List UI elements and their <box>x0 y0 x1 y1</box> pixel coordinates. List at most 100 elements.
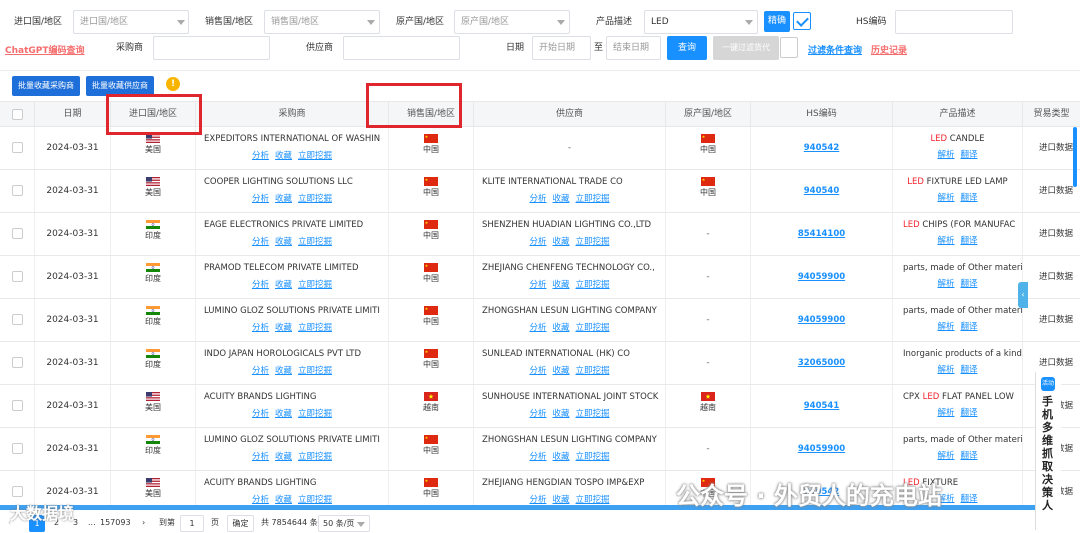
origin-country-select[interactable]: 原产国/地区 <box>454 10 570 34</box>
buyer-name[interactable]: PRAMOD TELECOM PRIVATE LIMITED <box>196 263 388 274</box>
analyze-link[interactable]: 分析 <box>529 237 546 247</box>
row-checkbox[interactable] <box>12 142 23 153</box>
import-country-select[interactable]: 进口国/地区 <box>73 10 189 34</box>
goto-confirm-button[interactable]: 确定 <box>227 515 254 532</box>
exact-match-button[interactable]: 精确 <box>764 11 790 32</box>
analyze-link[interactable]: 分析 <box>529 409 546 419</box>
row-checkbox[interactable] <box>12 486 23 497</box>
collect-link[interactable]: 收藏 <box>552 237 569 247</box>
start-date-input[interactable]: 开始日期 <box>532 36 591 60</box>
row-checkbox[interactable] <box>12 228 23 239</box>
table-row[interactable]: 2024-03-31 印度 INDO JAPAN HOROLOGICALS PVT … <box>0 342 1080 385</box>
collect-link[interactable]: 收藏 <box>552 495 569 505</box>
mine-link[interactable]: 立即挖掘 <box>576 323 610 333</box>
col-hs-code[interactable]: HS编码 <box>751 102 893 127</box>
buyer-input[interactable] <box>153 36 270 60</box>
col-date[interactable]: 日期 <box>35 102 111 127</box>
collect-link[interactable]: 收藏 <box>275 323 292 333</box>
col-origin-country[interactable]: 原产国/地区 <box>666 102 751 127</box>
goto-page-input[interactable]: 1 <box>180 515 204 532</box>
hs-code-link[interactable]: 940541 <box>751 385 892 427</box>
analyze-link[interactable]: 分析 <box>252 280 269 290</box>
analyze-link[interactable]: 分析 <box>252 151 269 161</box>
analyze-link[interactable]: 分析 <box>252 366 269 376</box>
parse-link[interactable]: 解析 <box>937 150 954 160</box>
collect-link[interactable]: 收藏 <box>552 194 569 204</box>
buyer-name[interactable]: ACUITY BRANDS LIGHTING <box>196 392 388 403</box>
vertical-scrollbar[interactable] <box>1073 127 1077 187</box>
mine-link[interactable]: 立即挖掘 <box>576 194 610 204</box>
collect-link[interactable]: 收藏 <box>275 452 292 462</box>
translate-link[interactable]: 翻译 <box>961 322 978 332</box>
col-supplier[interactable]: 供应商 <box>474 102 666 127</box>
search-button[interactable]: 查询 <box>667 36 707 60</box>
col-product-desc[interactable]: 产品描述 <box>893 102 1023 127</box>
row-checkbox[interactable] <box>12 271 23 282</box>
collect-buyers-button[interactable]: 批量收藏采购商 <box>12 76 80 96</box>
translate-link[interactable]: 翻译 <box>961 408 978 418</box>
filter-toggle[interactable] <box>780 37 798 58</box>
row-checkbox[interactable] <box>12 443 23 454</box>
parse-link[interactable]: 解析 <box>937 322 954 332</box>
end-date-input[interactable]: 结束日期 <box>606 36 661 60</box>
table-row[interactable]: 2024-03-31 印度 LUMINO GLOZ SOLUTIONS PRIVAT… <box>0 299 1080 342</box>
hs-code-link[interactable]: 940540 <box>751 170 892 212</box>
supplier-name[interactable]: ZHONGSHAN LESUN LIGHTING COMPANY <box>474 306 665 317</box>
supplier-input[interactable] <box>343 36 460 60</box>
mine-link[interactable]: 立即挖掘 <box>298 151 332 161</box>
supplier-name[interactable]: KLITE INTERNATIONAL TRADE CO <box>474 177 665 188</box>
mine-link[interactable]: 立即挖掘 <box>298 323 332 333</box>
buyer-name[interactable]: INDO JAPAN HOROLOGICALS PVT LTD <box>196 349 388 360</box>
mine-link[interactable]: 立即挖掘 <box>576 452 610 462</box>
mine-link[interactable]: 立即挖掘 <box>298 452 332 462</box>
hs-code-link[interactable]: 94059900 <box>751 256 892 298</box>
collect-link[interactable]: 收藏 <box>275 151 292 161</box>
select-all-checkbox[interactable] <box>12 109 23 120</box>
supplier-name[interactable]: SUNLEAD INTERNATIONAL (HK) CO <box>474 349 665 360</box>
buyer-name[interactable]: COOPER LIGHTING SOLUTIONS LLC <box>196 177 388 188</box>
collect-link[interactable]: 收藏 <box>275 495 292 505</box>
table-row[interactable]: 2024-03-31 印度 EAGE ELECTRONICS PRIVATE LIM… <box>0 213 1080 256</box>
supplier-name[interactable]: ZHONGSHAN LESUN LIGHTING COMPANY <box>474 435 665 446</box>
table-row[interactable]: 2024-03-31 印度 LUMINO GLOZ SOLUTIONS PRIVAT… <box>0 428 1080 471</box>
mine-link[interactable]: 立即挖掘 <box>298 495 332 505</box>
hs-code-input[interactable] <box>895 10 1013 34</box>
mine-link[interactable]: 立即挖掘 <box>298 194 332 204</box>
translate-link[interactable]: 翻译 <box>961 150 978 160</box>
collect-link[interactable]: 收藏 <box>275 194 292 204</box>
parse-link[interactable]: 解析 <box>937 193 954 203</box>
translate-link[interactable]: 翻译 <box>961 451 978 461</box>
parse-link[interactable]: 解析 <box>937 451 954 461</box>
buyer-name[interactable]: EXPEDITORS INTERNATIONAL OF WASHIN <box>196 134 388 145</box>
hs-code-link[interactable]: 32065000 <box>751 342 892 384</box>
mine-link[interactable]: 立即挖掘 <box>298 366 332 376</box>
analyze-link[interactable]: 分析 <box>252 194 269 204</box>
col-buyer[interactable]: 采购商 <box>196 102 389 127</box>
next-page-icon[interactable]: › <box>142 516 145 530</box>
exact-checkbox[interactable] <box>793 12 811 30</box>
chevron-left-icon[interactable]: ‹ <box>1018 282 1028 308</box>
collect-link[interactable]: 收藏 <box>275 366 292 376</box>
mine-link[interactable]: 立即挖掘 <box>298 409 332 419</box>
hs-code-link[interactable]: 940542 <box>751 127 892 169</box>
analyze-link[interactable]: 分析 <box>252 495 269 505</box>
analyze-link[interactable]: 分析 <box>529 495 546 505</box>
translate-link[interactable]: 翻译 <box>961 279 978 289</box>
hs-code-link[interactable]: 94059900 <box>751 299 892 341</box>
supplier-name[interactable]: ZHEJIANG HENGDIAN TOSPO IMP&EXP <box>474 478 665 489</box>
parse-link[interactable]: 解析 <box>937 279 954 289</box>
translate-link[interactable]: 翻译 <box>961 365 978 375</box>
collect-link[interactable]: 收藏 <box>552 452 569 462</box>
hs-code-link[interactable]: 85414100 <box>751 213 892 255</box>
collect-link[interactable]: 收藏 <box>552 323 569 333</box>
translate-link[interactable]: 翻译 <box>961 193 978 203</box>
parse-link[interactable]: 解析 <box>937 365 954 375</box>
translate-link[interactable]: 翻译 <box>961 494 978 504</box>
mine-link[interactable]: 立即挖掘 <box>576 366 610 376</box>
table-row[interactable]: 2024-03-31 美国 COOPER LIGHTING SOLUTIONS LL… <box>0 170 1080 213</box>
mine-link[interactable]: 立即挖掘 <box>576 409 610 419</box>
supplier-name[interactable]: ZHEJIANG CHENFENG TECHNOLOGY CO., <box>474 263 665 274</box>
chatgpt-code-query-link[interactable]: ChatGPT编码查询 <box>5 43 85 56</box>
row-checkbox[interactable] <box>12 185 23 196</box>
col-trade-type[interactable]: 贸易类型 <box>1023 102 1080 127</box>
